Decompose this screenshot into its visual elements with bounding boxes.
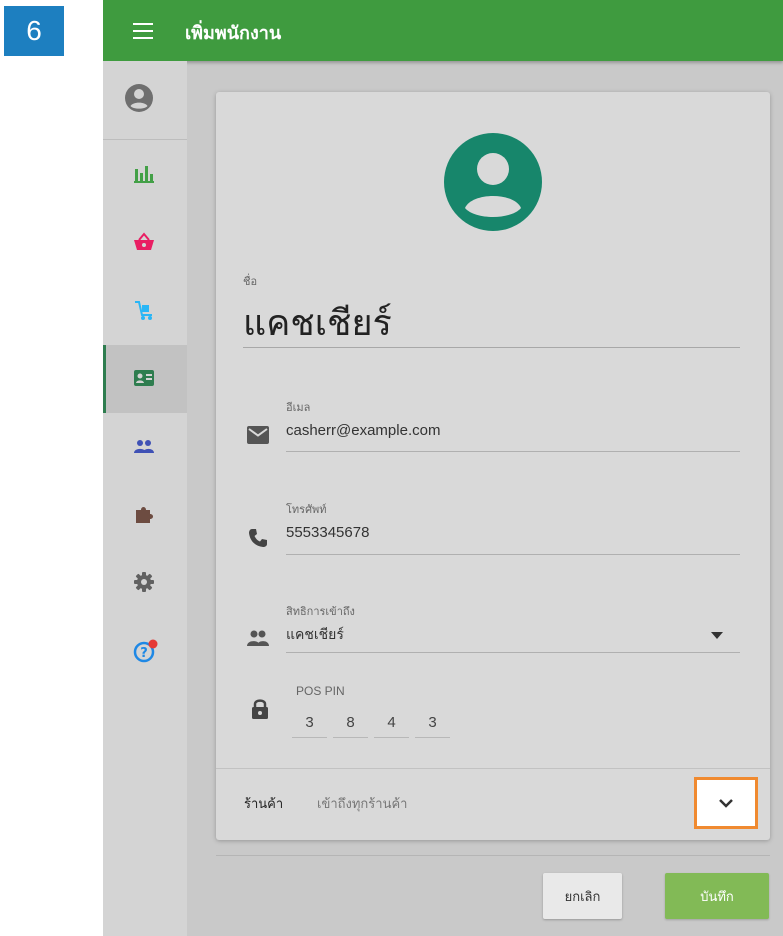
sidebar-account[interactable] <box>103 61 187 140</box>
pin-digit-4[interactable]: 3 <box>415 711 450 738</box>
app-window: เพิ่มพนักงาน ? ชื่อ แคชเชียร์ อีเมล cash… <box>103 0 783 936</box>
puzzle-icon <box>136 507 153 523</box>
sidebar: ? <box>103 61 187 936</box>
sidebar-item-integrations[interactable] <box>103 481 187 549</box>
pin-digit-3[interactable]: 4 <box>374 711 409 738</box>
expand-stores-button[interactable] <box>694 777 758 829</box>
email-input[interactable]: casherr@example.com <box>286 422 440 439</box>
phone-input[interactable]: 5553345678 <box>286 524 369 541</box>
store-section-divider <box>216 768 770 769</box>
sidebar-item-customers[interactable] <box>103 413 187 481</box>
sidebar-item-settings[interactable] <box>103 549 187 617</box>
store-label: ร้านค้า <box>244 797 284 812</box>
top-app-bar: เพิ่มพนักงาน <box>103 0 783 61</box>
account-circle-icon <box>125 84 153 112</box>
actions-divider <box>216 855 770 856</box>
email-label: อีเมล <box>286 401 311 414</box>
phone-icon <box>249 529 267 547</box>
email-underline <box>286 451 740 452</box>
sidebar-item-employees[interactable] <box>103 345 187 413</box>
access-role-icon <box>247 630 269 646</box>
dropdown-arrow-icon[interactable] <box>711 632 723 639</box>
shopping-basket-icon <box>134 232 154 250</box>
help-icon: ? <box>133 639 158 663</box>
employee-form-card: ชื่อ แคชเชียร์ อีเมล casherr@example.com… <box>216 92 770 840</box>
pin-digit-1[interactable]: 3 <box>292 711 327 738</box>
svg-text:?: ? <box>140 646 148 661</box>
access-role-underline <box>286 652 740 653</box>
employee-badge-icon <box>134 370 154 386</box>
name-label: ชื่อ <box>243 275 258 288</box>
pos-pin-label: POS PIN <box>296 684 345 698</box>
store-access-value: เข้าถึงทุกร้านค้า <box>317 797 408 812</box>
sidebar-item-reports[interactable] <box>103 141 187 209</box>
name-underline <box>243 347 740 348</box>
sidebar-item-help[interactable]: ? <box>103 617 187 685</box>
email-icon <box>247 426 269 444</box>
bar-chart-icon <box>134 166 154 183</box>
chevron-down-icon <box>719 799 733 808</box>
phone-label: โทรศัพท์ <box>286 503 327 516</box>
lock-icon <box>252 699 268 719</box>
page-title: เพิ่มพนักงาน <box>185 23 282 44</box>
save-button[interactable]: บันทึก <box>665 873 769 919</box>
access-role-label: สิทธิการเข้าถึง <box>286 605 355 618</box>
name-input[interactable]: แคชเชียร์ <box>243 294 392 351</box>
sidebar-item-inventory[interactable] <box>103 277 187 345</box>
customers-icon <box>134 440 154 453</box>
inventory-cart-icon <box>135 301 152 320</box>
access-role-select[interactable]: แคชเชียร์ <box>286 624 344 646</box>
gear-icon <box>134 572 154 592</box>
sidebar-item-sales[interactable] <box>103 209 187 277</box>
step-number-badge: 6 <box>4 6 64 56</box>
pin-digit-2[interactable]: 8 <box>333 711 368 738</box>
employee-avatar-icon[interactable] <box>443 132 543 232</box>
cancel-button[interactable]: ยกเลิก <box>543 873 622 919</box>
hamburger-menu-icon[interactable] <box>133 23 153 39</box>
phone-underline <box>286 554 740 555</box>
